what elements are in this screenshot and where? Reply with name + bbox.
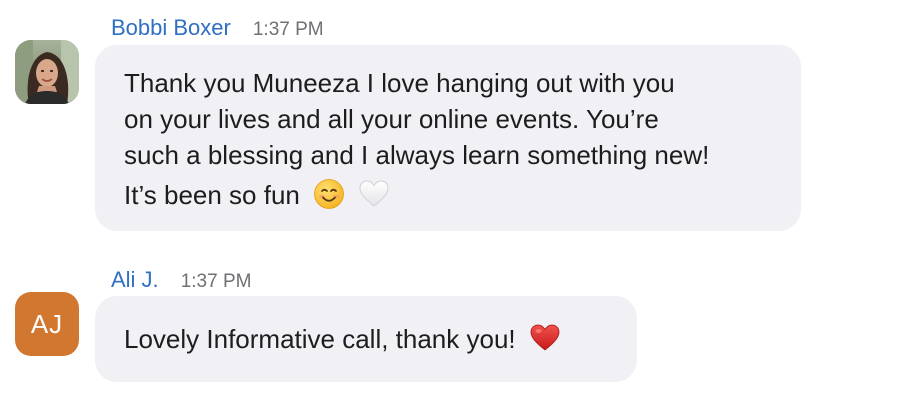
- avatar-photo: [15, 40, 79, 104]
- message-text-line: such a blessing and I always learn somet…: [124, 140, 710, 170]
- message-text-line: Lovely Informative call, thank you!: [124, 324, 516, 354]
- chat-message: Bobbi Boxer 1:37 PM Thank you Muneeza I …: [0, 0, 909, 240]
- sender-name[interactable]: Bobbi Boxer: [111, 14, 231, 42]
- chat-message: Ali J. 1:37 PM AJ Lovely Informative cal…: [0, 262, 909, 392]
- red-heart-emoji-icon: [529, 322, 561, 363]
- sender-name[interactable]: Ali J.: [111, 266, 159, 294]
- message-text-line: It’s been so fun: [124, 180, 300, 210]
- message-text-line: Thank you Muneeza I love hanging out wit…: [124, 68, 675, 98]
- message-text-last-line: It’s been so fun: [124, 177, 781, 219]
- message-header: Ali J. 1:37 PM: [111, 266, 251, 296]
- message-timestamp: 1:37 PM: [252, 19, 324, 40]
- message-text-last-line: Lovely Informative call, thank you!: [124, 321, 617, 363]
- message-bubble[interactable]: Thank you Muneeza I love hanging out wit…: [95, 45, 801, 231]
- smiling-face-emoji-icon: [313, 178, 345, 219]
- message-text-line: on your lives and all your online events…: [124, 104, 659, 134]
- avatar[interactable]: [15, 40, 79, 104]
- message-header: Bobbi Boxer 1:37 PM: [111, 14, 324, 44]
- avatar-initials: AJ: [30, 308, 64, 339]
- avatar[interactable]: AJ: [15, 292, 79, 356]
- message-timestamp: 1:37 PM: [180, 271, 252, 292]
- message-bubble[interactable]: Lovely Informative call, thank you!: [95, 296, 637, 382]
- white-heart-emoji-icon: [358, 178, 390, 219]
